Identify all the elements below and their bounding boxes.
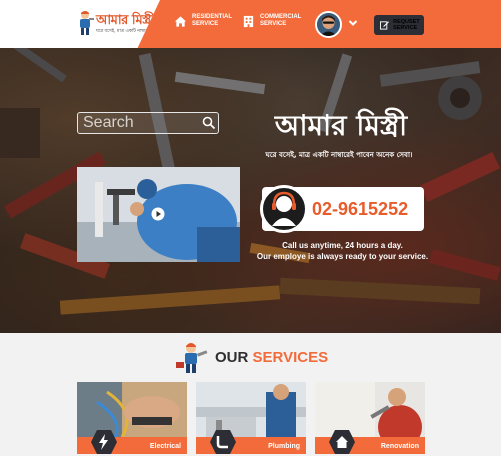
home-icon [174,15,187,27]
hero-banner: আমার মিস্ত্রী ঘরে বসেই, মাত্র একটি নাম্ব… [0,48,501,333]
card-label-plumbing: Plumbing [268,443,300,450]
request-service-label: REQUSET SERVICE [393,18,420,32]
service-card-plumbing[interactable]: Plumbing [196,382,306,454]
user-avatar[interactable] [315,11,342,38]
logo-tagline: ঘরে বসেই, মাত্র একটি নাম্বারেই [96,29,152,34]
site-header: আমার মিস্ত্রী ঘরে বসেই, মাত্র একটি নাম্ব… [0,0,501,48]
headset-agent-icon [272,191,296,226]
search-input[interactable] [83,114,193,132]
card-label-electrical: Electrical [149,443,181,450]
video-thumbnail[interactable] [77,167,240,262]
card-label-renovation: Renovation [380,443,419,450]
nav-commercial-service[interactable]: COMMERCIAL SERVICE [242,14,310,28]
services-title: OUR SERVICES [215,349,328,366]
nav-residential-label: RESIDENTIAL SERVICE [192,14,232,27]
building-icon [243,15,254,27]
house-icon [329,430,355,454]
hotline-phone-box[interactable]: 02-9615252 [260,185,424,233]
chevron-down-icon[interactable] [348,18,358,28]
services-title-main: OUR [215,348,253,366]
mechanic-mascot-icon [80,11,94,35]
hotline-number: 02-9615252 [312,199,409,219]
search-icon[interactable] [202,116,216,130]
services-heading: OUR SERVICES [175,340,335,374]
edit-icon [380,21,389,30]
call-anytime-text: Call us anytime, 24 hours a day. [282,241,403,250]
hero-title: আমার মিস্ত্রী [274,109,408,142]
search-box [77,112,219,134]
employee-ready-text: Our employe is always ready to your serv… [256,252,429,261]
request-service-button[interactable]: REQUSET SERVICE [374,15,424,35]
pipe-icon [210,430,236,454]
services-title-accent: SERVICES [252,348,329,366]
avatar-face-icon [317,13,340,36]
service-card-renovation[interactable]: Renovation [315,382,425,454]
nav-residential-service[interactable]: RESIDENTIAL SERVICE [174,14,242,28]
hero-overlay [0,48,501,333]
service-card-electrical[interactable]: Electrical [77,382,187,454]
nav-commercial-label: COMMERCIAL SERVICE [260,14,302,27]
hero-subtitle: ঘরে বসেই, মাত্র একটি নাম্বারেই পাবেন অনে… [265,151,413,159]
call-agent-avatar [260,185,308,233]
play-icon[interactable] [151,207,165,221]
mechanic-mascot-icon [176,343,208,373]
lightning-icon [91,430,117,454]
logo[interactable]: আমার মিস্ত্রী ঘরে বসেই, মাত্র একটি নাম্ব… [0,0,160,48]
